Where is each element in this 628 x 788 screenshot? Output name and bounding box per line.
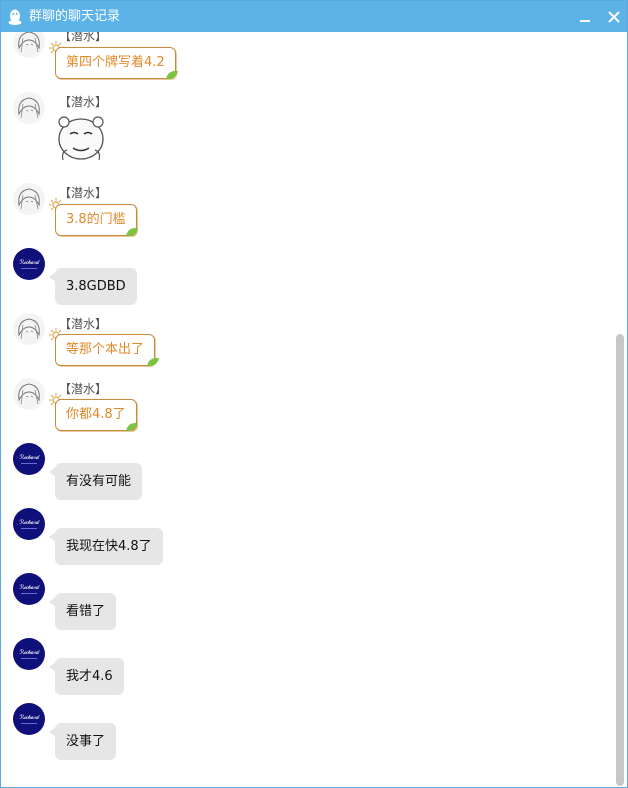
avatar-logo: ℛ𝒾𝒸𝒽𝒶𝓇𝒹 [19,259,39,266]
window-title: 群聊的聊天记录 [29,9,121,24]
vertical-scrollbar[interactable] [616,334,624,786]
sketch-girl-avatar-icon [18,383,40,405]
avatar[interactable]: ℛ𝒾𝒸𝒽𝒶𝓇𝒹 [13,508,45,540]
sender-name: 【潜水】 [59,95,108,109]
leaf-decoration-icon [166,70,178,80]
leaf-decoration-icon [126,422,138,432]
leaf-decoration-icon [147,357,159,367]
avatar[interactable]: ℛ𝒾𝒸𝒽𝒶𝓇𝒹 [13,248,45,280]
message-text: 3.8的门槛 [66,212,126,227]
qq-penguin-icon [8,9,22,25]
title-bar[interactable]: 群聊的聊天记录 [1,1,627,32]
avatar[interactable] [13,32,45,58]
avatar[interactable] [13,378,45,410]
avatar[interactable]: ℛ𝒾𝒸𝒽𝒶𝓇𝒹 [13,573,45,605]
message-text: 你都4.8了 [66,407,126,422]
sketch-girl-avatar-icon [18,97,40,119]
panda-meme-sticker-icon[interactable] [55,112,107,164]
avatar[interactable] [13,183,45,215]
avatar-logo: ℛ𝒾𝒸𝒽𝒶𝓇𝒹 [19,714,39,721]
message-list[interactable]: 【潜水】 第四个牌写着4.2 【潜水】 【潜水】 3.8的门槛 ℛ𝒾𝒸𝒽𝒶𝓇𝒹 … [1,32,627,787]
message-bubble[interactable]: 看错了 [49,593,117,630]
sketch-girl-avatar-icon [18,318,40,340]
avatar-logo: ℛ𝒾𝒸𝒽𝒶𝓇𝒹 [19,454,39,461]
message-bubble[interactable]: 我现在快4.8了 [49,528,163,565]
message-text: 3.8GDBD [66,279,126,294]
avatar[interactable]: ℛ𝒾𝒸𝒽𝒶𝓇𝒹 [13,638,45,670]
message-text: 有没有可能 [66,474,132,489]
sender-name: 【潜水】 [59,186,108,200]
message-text: 等那个本出了 [66,342,145,357]
minimize-icon [580,20,590,22]
sketch-girl-avatar-icon [18,32,40,53]
avatar-logo: ℛ𝒾𝒸𝒽𝒶𝓇𝒹 [19,584,39,591]
chat-history-window: 群聊的聊天记录 【潜水】 第四个牌写着4.2 【潜水】 【潜水】 3.8的门槛 … [0,0,628,788]
avatar-logo: ℛ𝒾𝒸𝒽𝒶𝓇𝒹 [19,519,39,526]
message-bubble[interactable]: 第四个牌写着4.2 [55,47,176,79]
avatar[interactable] [13,313,45,345]
message-text: 看错了 [66,604,106,619]
avatar[interactable]: ℛ𝒾𝒸𝒽𝒶𝓇𝒹 [13,703,45,735]
sender-name: 【潜水】 [59,317,108,331]
message-bubble[interactable]: 我才4.6 [49,658,124,695]
sketch-girl-avatar-icon [18,188,40,210]
message-bubble[interactable]: 没事了 [49,723,117,760]
message-text: 没事了 [66,734,106,749]
avatar[interactable] [13,92,45,124]
close-icon [608,11,620,23]
sender-name: 【潜水】 [59,382,108,396]
close-button[interactable] [604,7,624,27]
leaf-decoration-icon [126,227,138,237]
message-text: 我才4.6 [66,669,113,684]
message-bubble[interactable]: 3.8GDBD [49,268,137,305]
avatar[interactable]: ℛ𝒾𝒸𝒽𝒶𝓇𝒹 [13,443,45,475]
sender-name: 【潜水】 [59,32,108,43]
message-text: 第四个牌写着4.2 [66,55,165,70]
message-bubble[interactable]: 等那个本出了 [55,334,156,366]
message-text: 我现在快4.8了 [66,539,152,554]
minimize-button[interactable] [575,7,595,27]
message-bubble[interactable]: 有没有可能 [49,463,143,500]
avatar-logo: ℛ𝒾𝒸𝒽𝒶𝓇𝒹 [19,649,39,656]
